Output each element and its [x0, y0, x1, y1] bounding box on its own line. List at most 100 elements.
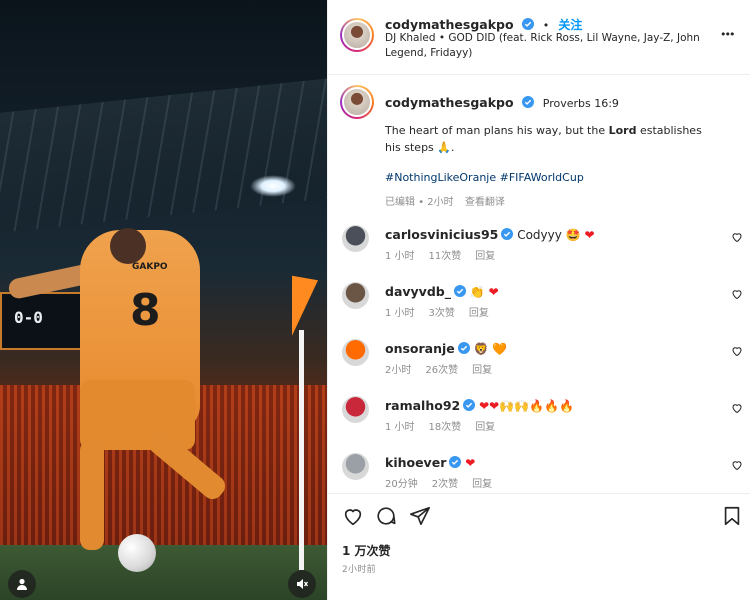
pitch: [0, 545, 327, 600]
caption-time: 2小时: [427, 197, 454, 208]
reply-button[interactable]: 回复: [475, 251, 495, 262]
comment-text: davyvdb_ 👏 ❤: [385, 284, 499, 299]
comment-meta: 2小时 26次赞 回复: [385, 361, 506, 376]
comment-emojis: 🧡: [492, 342, 508, 356]
comment-time: 1 小时: [385, 422, 415, 433]
comment-time: 2小时: [385, 365, 412, 376]
comment-time: 20分钟: [385, 479, 418, 490]
comment-text: carlosvinicius95 Codyyy 🤩 ❤: [385, 227, 595, 242]
user-icon: [17, 578, 27, 590]
comment-row: carlosvinicius95 Codyyy 🤩 ❤ 1 小时 11次赞 回复: [328, 225, 750, 282]
reply-button[interactable]: 回复: [472, 479, 492, 490]
caption-avatar[interactable]: [340, 85, 374, 119]
tagged-users-button[interactable]: [8, 570, 36, 598]
jersey-number: 8: [130, 285, 161, 336]
commenter-avatar[interactable]: [342, 282, 369, 309]
verified-badge-icon: [521, 96, 534, 108]
comment-like-heart-icon[interactable]: [731, 459, 743, 471]
comment-likes[interactable]: 26次赞: [425, 365, 458, 376]
comment-emojis: ❤: [488, 285, 499, 299]
caption-text: The heart of man plans his way, but the …: [385, 124, 702, 154]
comment-row: davyvdb_ 👏 ❤ 1 小时 3次赞 回复: [328, 282, 750, 339]
commenter-username[interactable]: onsoranje: [385, 341, 455, 356]
comment-text: onsoranje 🦁 🧡: [385, 341, 507, 356]
scoreboard: 0-0: [0, 292, 82, 350]
share-paper-plane-icon[interactable]: [409, 505, 431, 527]
post-time-ago: 2小时前: [342, 565, 376, 575]
commenter-avatar[interactable]: [342, 225, 369, 252]
comment-like-heart-icon[interactable]: [731, 402, 743, 414]
verified-badge-icon: [521, 18, 534, 30]
verified-badge-icon: [501, 228, 514, 240]
caption-meta: 已编辑 • 2小时 查看翻译: [385, 197, 505, 208]
commenter-avatar[interactable]: [342, 453, 369, 480]
reply-button[interactable]: 回复: [469, 308, 489, 319]
corner-flag-pole: [299, 330, 304, 570]
post-side-panel: codymathesgakpo • 关注 DJ Khaled • GOD DID…: [327, 0, 750, 600]
jersey-name: GAKPO: [132, 262, 168, 272]
verified-badge-icon: [463, 399, 476, 411]
commenter-username[interactable]: davyvdb_: [385, 284, 451, 299]
comment-row: onsoranje 🦁 🧡 2小时 26次赞 回复: [328, 339, 750, 396]
comment-emojis: ❤❤🙌🙌🔥🔥🔥: [479, 399, 574, 413]
verified-badge-icon: [453, 285, 466, 297]
comment-body: 🦁: [473, 342, 489, 356]
comment-row: ramalho92 ❤❤🙌🙌🔥🔥🔥 1 小时 18次赞 回复: [328, 396, 750, 453]
player-head: [110, 228, 146, 264]
post-actions: 1 万次赞 2小时前: [328, 493, 750, 600]
comment-body: Codyyy 🤩: [517, 228, 581, 242]
stadium-lights: [250, 175, 296, 197]
comment-like-heart-icon[interactable]: [731, 345, 743, 357]
verified-badge-icon: [457, 342, 470, 354]
comment-body: 👏: [469, 285, 485, 299]
commenter-username[interactable]: ramalho92: [385, 398, 460, 413]
commenter-username[interactable]: kihoever: [385, 455, 446, 470]
verified-badge-icon: [449, 456, 462, 468]
comment-bubble-icon[interactable]: [375, 505, 397, 527]
audio-track[interactable]: DJ Khaled • GOD DID (feat. Rick Ross, Li…: [385, 31, 715, 61]
verse-reference: Proverbs 16:9: [542, 97, 619, 110]
save-bookmark-icon[interactable]: [721, 505, 743, 527]
comment-meta: 1 小时 11次赞 回复: [385, 247, 509, 262]
follow-button[interactable]: 关注: [558, 18, 582, 32]
post-media[interactable]: 0-0 GAKPO 8: [0, 0, 327, 600]
comment-time: 1 小时: [385, 251, 415, 262]
reply-button[interactable]: 回复: [475, 422, 495, 433]
commenter-avatar[interactable]: [342, 396, 369, 423]
mute-button[interactable]: [288, 570, 316, 598]
comment-meta: 1 小时 3次赞 回复: [385, 304, 503, 319]
edited-label: 已编辑: [385, 197, 415, 208]
stadium-roof: [0, 76, 327, 234]
commenter-avatar[interactable]: [342, 339, 369, 366]
football: [118, 534, 156, 572]
caption-hashtags[interactable]: #NothingLikeOranje #FIFAWorldCup: [385, 171, 584, 184]
scoreboard-score: 0-0: [14, 308, 43, 327]
comment-emojis: ❤: [465, 456, 476, 470]
muted-speaker-icon: [297, 579, 309, 589]
comment-likes[interactable]: 11次赞: [429, 251, 462, 262]
player-shorts: [80, 380, 195, 450]
comment-likes[interactable]: 18次赞: [429, 422, 462, 433]
likes-count[interactable]: 1 万次赞: [342, 542, 391, 559]
comment-meta: 1 小时 18次赞 回复: [385, 418, 509, 433]
comment-likes[interactable]: 2次赞: [432, 479, 458, 490]
see-translation-link[interactable]: 查看翻译: [465, 197, 505, 208]
player-leg: [80, 440, 104, 550]
author-username[interactable]: codymathesgakpo: [385, 17, 514, 32]
corner-flag: [292, 275, 318, 341]
comment-text: kihoever ❤: [385, 455, 475, 470]
comment-like-heart-icon[interactable]: [731, 288, 743, 300]
author-avatar[interactable]: [340, 18, 374, 52]
caption-username[interactable]: codymathesgakpo: [385, 95, 514, 110]
comment-likes[interactable]: 3次赞: [429, 308, 455, 319]
reply-button[interactable]: 回复: [472, 365, 492, 376]
more-options-icon[interactable]: •••: [720, 28, 736, 41]
comment-like-heart-icon[interactable]: [731, 231, 743, 243]
commenter-username[interactable]: carlosvinicius95: [385, 227, 498, 242]
comment-meta: 20分钟 2次赞 回复: [385, 475, 506, 490]
comment-text: ramalho92 ❤❤🙌🙌🔥🔥🔥: [385, 398, 574, 413]
comment-emojis: ❤: [584, 228, 595, 242]
comment-time: 1 小时: [385, 308, 415, 319]
post-header: codymathesgakpo • 关注 DJ Khaled • GOD DID…: [328, 0, 750, 75]
like-heart-icon[interactable]: [342, 505, 364, 527]
